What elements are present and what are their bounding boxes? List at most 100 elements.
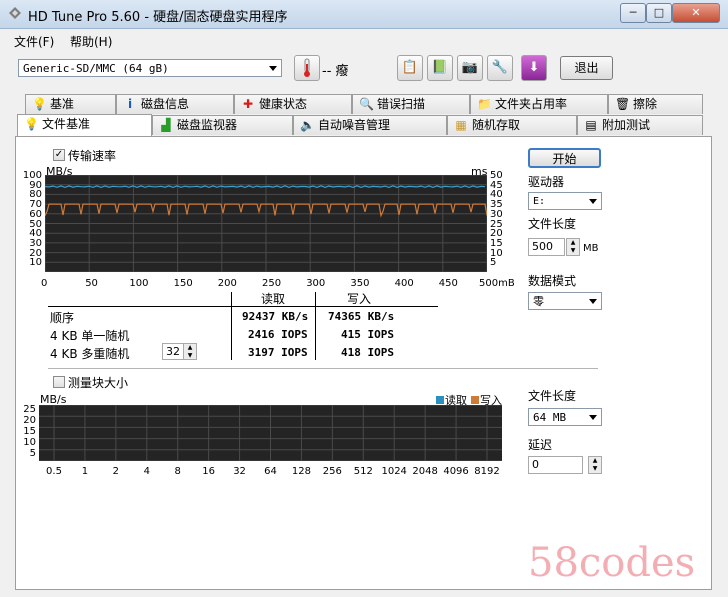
delay-input[interactable]: 0 (528, 456, 583, 474)
seq-read-value: 92437 KB/s (242, 310, 309, 323)
speaker-icon: 🔈 (300, 118, 315, 132)
monitor-chart-icon: ▟ (161, 118, 171, 132)
x-tick: 350 (350, 278, 370, 289)
window-title: HD Tune Pro 5.60 - 硬盘/固态硬盘实用程序 (28, 10, 288, 25)
tab-benchmark[interactable]: 💡 基准 (25, 94, 116, 114)
row-label-sequential: 顺序 (50, 311, 75, 325)
x-tick: 50 (85, 278, 98, 289)
menu-help[interactable]: 帮助(H) (70, 33, 112, 50)
bulb-file-icon: 💡 (24, 117, 39, 131)
x-tick: 500mB (479, 278, 515, 289)
x-tick: 250 (262, 278, 282, 289)
start-button[interactable]: 开始 (528, 148, 601, 168)
x-tick: 400 (394, 278, 414, 289)
x-tick: 100 (129, 278, 149, 289)
tab-disk-info[interactable]: i 磁盘信息 (116, 94, 234, 114)
4k-single-read-value: 2416 IOPS (248, 328, 308, 341)
data-mode-select[interactable]: 零 (528, 292, 602, 310)
trash-icon: 🗑 (615, 97, 631, 111)
block-size-checkbox[interactable] (53, 376, 65, 388)
tab-file-benchmark-label: 文件基准 (42, 117, 91, 131)
data-mode-value: 零 (533, 295, 544, 308)
drive-letter-select[interactable]: E: (528, 192, 602, 210)
y-tick-right: 5 (490, 257, 497, 269)
copy-button[interactable]: 📋 (397, 55, 423, 81)
download-arrow-icon: ⬇ (528, 60, 540, 75)
table-divider (231, 292, 232, 360)
camera-icon: 📷 (461, 60, 479, 75)
chevron-down-icon (589, 299, 597, 304)
block-file-length-label: 文件长度 (528, 389, 577, 403)
minimize-button[interactable]: ─ (620, 3, 646, 23)
tab-error-scan[interactable]: 🔍 错误扫描 (352, 94, 470, 114)
tab-folder-usage[interactable]: 📁 文件夹占用率 (470, 94, 608, 114)
temperature-value: -- 癈 (322, 64, 349, 79)
tab-aam[interactable]: 🔈 自动噪音管理 (293, 115, 447, 135)
block-y-tick: 20 (23, 415, 36, 426)
screenshot-button[interactable]: 📷 (457, 55, 483, 81)
options-button[interactable]: 🔧 (487, 55, 513, 81)
tab-file-benchmark[interactable]: 💡 文件基准 (17, 114, 152, 136)
save-button[interactable]: ⬇ (521, 55, 547, 81)
transfer-rate-checkbox[interactable]: ✓ (53, 149, 65, 161)
drive-letter-value: E: (533, 196, 546, 207)
tab-health[interactable]: ✚ 健康状态 (234, 94, 352, 114)
x-tick: 200 (217, 278, 237, 289)
copy-icon: 📋 (401, 60, 419, 75)
app-logo-icon (9, 7, 21, 19)
section-separator (48, 368, 598, 369)
close-button[interactable]: ✕ (672, 3, 720, 23)
bulb-icon: 💡 (32, 97, 47, 111)
queue-depth-input[interactable]: 32 (162, 343, 184, 360)
tab-random-access[interactable]: ▦ 随机存取 (447, 115, 577, 135)
tab-erase[interactable]: 🗑 擦除 (608, 94, 703, 114)
tab-disk-info-label: 磁盘信息 (141, 97, 190, 111)
delay-spinner[interactable]: ▲ ▼ (588, 456, 602, 474)
copy-all-icon: 📗 (431, 60, 449, 75)
tab-aam-label: 自动噪音管理 (318, 118, 391, 132)
tab-extra-tests[interactable]: ▤ 附加测试 (577, 115, 703, 135)
options-icon: 🔧 (491, 60, 509, 75)
chevron-down-icon (589, 415, 597, 420)
tab-erase-label: 擦除 (633, 97, 658, 111)
x-tick: 300 (306, 278, 326, 289)
copy-all-button[interactable]: 📗 (427, 55, 453, 81)
info-icon: i (127, 97, 133, 111)
row-label-4k-multi: 4 KB 多重随机 (50, 347, 130, 361)
tab-folder-usage-label: 文件夹占用率 (495, 97, 568, 111)
magnifier-icon: 🔍 (359, 97, 374, 111)
extra-tests-icon: ▤ (585, 118, 597, 132)
block-y-tick: 5 (29, 448, 36, 459)
random-access-icon: ▦ (455, 118, 467, 132)
block-size-label: 测量块大小 (68, 376, 129, 390)
block-file-length-select[interactable]: 64 MB (528, 408, 602, 426)
tab-extra-tests-label: 附加测试 (602, 118, 651, 132)
table-divider (315, 292, 316, 360)
file-length-spinner[interactable]: ▲ ▼ (566, 238, 580, 256)
x-tick: 450 (438, 278, 458, 289)
4k-multi-write-value: 418 IOPS (341, 346, 394, 359)
exit-button[interactable]: 退出 (560, 56, 613, 80)
drive-label: 驱动器 (528, 175, 565, 189)
folder-icon: 📁 (477, 97, 492, 111)
tab-disk-monitor[interactable]: ▟ 磁盘监视器 (152, 115, 293, 135)
legend-read-swatch (436, 396, 444, 404)
menu-file[interactable]: 文件(F) (14, 33, 54, 50)
table-header-line (48, 306, 438, 307)
maximize-button[interactable]: □ (646, 3, 672, 23)
tab-error-scan-label: 错误扫描 (377, 97, 426, 111)
row-label-4k-single: 4 KB 单一随机 (50, 329, 130, 343)
block-y-tick: 10 (23, 437, 36, 448)
block-file-length-value: 64 MB (533, 411, 567, 424)
file-length-unit: MB (583, 243, 599, 254)
temperature-button[interactable] (294, 55, 320, 81)
seq-write-value: 74365 KB/s (328, 310, 395, 323)
queue-depth-spinner[interactable]: ▲ ▼ (183, 343, 197, 360)
watermark: 58codes (528, 540, 696, 586)
drive-select[interactable]: Generic-SD/MMC (64 gB) (18, 59, 282, 77)
block-size-chart (39, 405, 502, 461)
chevron-down-icon (589, 199, 597, 204)
header-write: 写入 (347, 292, 372, 306)
file-length-input[interactable]: 500 (528, 238, 565, 256)
x-tick: 0 (41, 278, 48, 289)
